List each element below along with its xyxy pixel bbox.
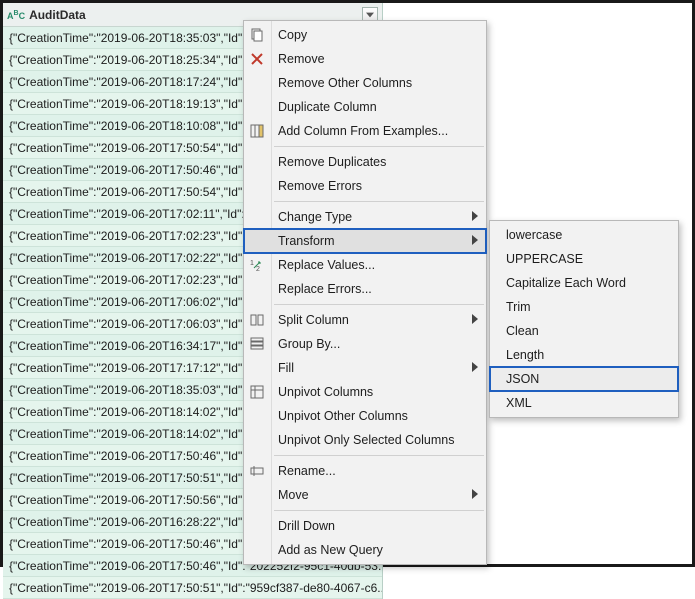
menu-item-add-column-from-examples[interactable]: Add Column From Examples... — [244, 119, 486, 143]
submenu-arrow-icon — [472, 313, 478, 327]
submenu-arrow-icon — [472, 210, 478, 224]
menu-item-replace-errors[interactable]: Replace Errors... — [244, 277, 486, 301]
menu-item-rename[interactable]: Rename... — [244, 459, 486, 483]
context-menu: Copy Remove Remove Other Columns Duplica… — [243, 20, 487, 565]
menu-item-copy[interactable]: Copy — [244, 23, 486, 47]
submenu-item-length[interactable]: Length — [490, 343, 678, 367]
menu-item-fill[interactable]: Fill — [244, 356, 486, 380]
svg-text:2: 2 — [256, 266, 260, 272]
split-column-icon — [248, 311, 266, 329]
copy-icon — [248, 26, 266, 44]
submenu-item-capitalize[interactable]: Capitalize Each Word — [490, 271, 678, 295]
menu-item-transform[interactable]: Transform — [244, 229, 486, 253]
submenu-arrow-icon — [472, 361, 478, 375]
menu-item-unpivot-selected-columns[interactable]: Unpivot Only Selected Columns — [244, 428, 486, 452]
unpivot-icon — [248, 383, 266, 401]
submenu-item-uppercase[interactable]: UPPERCASE — [490, 247, 678, 271]
menu-item-split-column[interactable]: Split Column — [244, 308, 486, 332]
add-column-icon — [248, 122, 266, 140]
menu-item-remove[interactable]: Remove — [244, 47, 486, 71]
submenu-item-json[interactable]: JSON — [490, 367, 678, 391]
menu-item-unpivot-columns[interactable]: Unpivot Columns — [244, 380, 486, 404]
menu-item-move[interactable]: Move — [244, 483, 486, 507]
column-name: AuditData — [29, 8, 86, 22]
remove-icon — [248, 50, 266, 68]
menu-item-group-by[interactable]: Group By... — [244, 332, 486, 356]
submenu-arrow-icon — [472, 234, 478, 248]
submenu-item-clean[interactable]: Clean — [490, 319, 678, 343]
menu-item-add-as-new-query[interactable]: Add as New Query — [244, 538, 486, 562]
menu-item-change-type[interactable]: Change Type — [244, 205, 486, 229]
abc-type-icon: ABC — [7, 10, 25, 20]
menu-item-unpivot-other-columns[interactable]: Unpivot Other Columns — [244, 404, 486, 428]
menu-item-replace-values[interactable]: 12 Replace Values... — [244, 253, 486, 277]
submenu-item-xml[interactable]: XML — [490, 391, 678, 415]
group-by-icon — [248, 335, 266, 353]
submenu-arrow-icon — [472, 488, 478, 502]
submenu-item-trim[interactable]: Trim — [490, 295, 678, 319]
svg-text:1: 1 — [250, 260, 254, 267]
menu-item-remove-errors[interactable]: Remove Errors — [244, 174, 486, 198]
menu-item-drill-down[interactable]: Drill Down — [244, 514, 486, 538]
rename-icon — [248, 462, 266, 480]
menu-item-duplicate-column[interactable]: Duplicate Column — [244, 95, 486, 119]
menu-item-remove-other-columns[interactable]: Remove Other Columns — [244, 71, 486, 95]
replace-values-icon: 12 — [248, 256, 266, 274]
transform-submenu: lowercase UPPERCASE Capitalize Each Word… — [489, 220, 679, 418]
table-row[interactable]: {"CreationTime":"2019-06-20T17:50:51","I… — [3, 577, 382, 599]
submenu-item-lowercase[interactable]: lowercase — [490, 223, 678, 247]
menu-item-remove-duplicates[interactable]: Remove Duplicates — [244, 150, 486, 174]
